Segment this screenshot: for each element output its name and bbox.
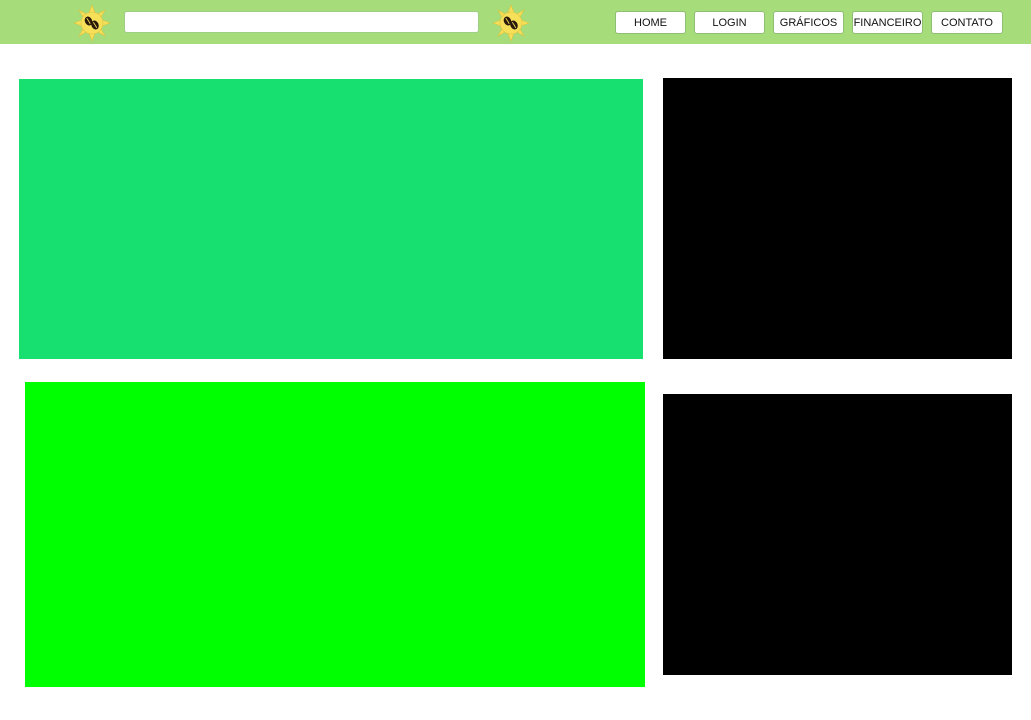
nav-home-button[interactable]: HOME <box>615 11 686 34</box>
search-input[interactable] <box>124 11 479 33</box>
content-panel-top-right <box>663 78 1012 359</box>
content-panel-bottom-right <box>663 394 1012 675</box>
coffee-bean-sun-icon[interactable] <box>492 4 530 42</box>
content-panel-top-left <box>19 79 643 359</box>
nav-login-button[interactable]: LOGIN <box>694 11 765 34</box>
content-panel-bottom-left <box>25 382 645 687</box>
coffee-bean-sun-icon[interactable] <box>73 4 111 42</box>
nav-financeiro-button[interactable]: FINANCEIRO <box>852 11 923 34</box>
nav-graficos-button[interactable]: GRÁFICOS <box>773 11 844 34</box>
nav-contato-button[interactable]: CONTATO <box>931 11 1003 34</box>
top-navigation-bar: HOME LOGIN GRÁFICOS FINANCEIRO CONTATO <box>0 0 1031 44</box>
